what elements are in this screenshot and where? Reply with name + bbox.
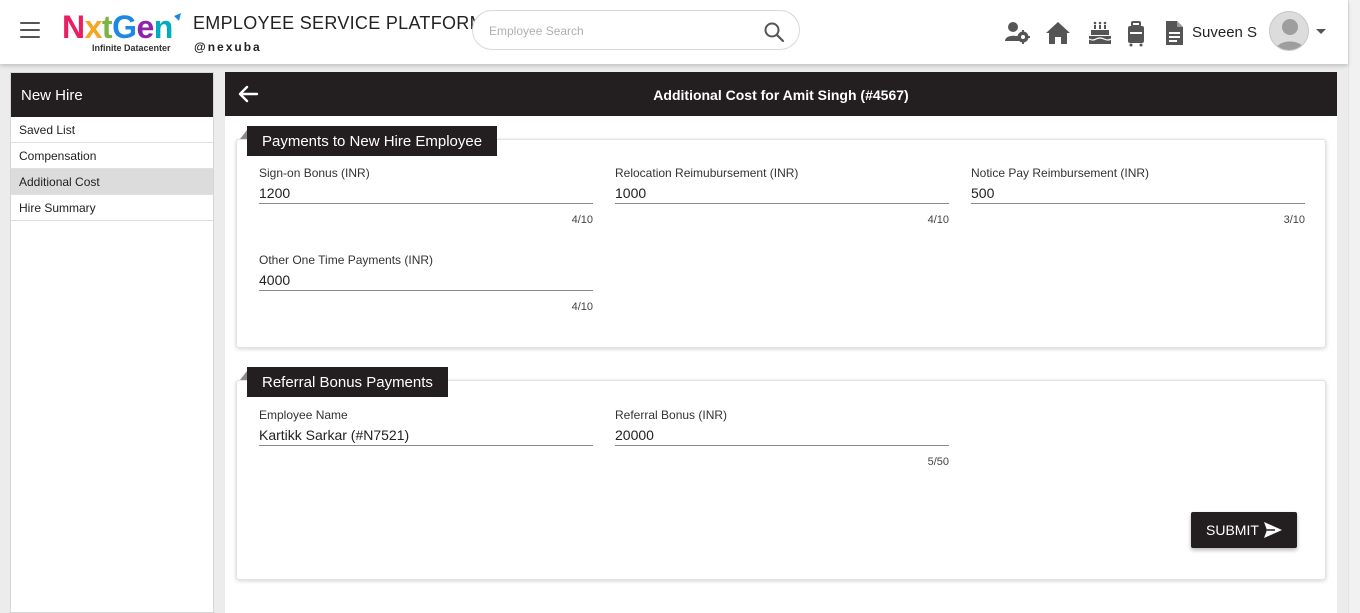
document-icon[interactable] xyxy=(1160,19,1188,47)
nxtgen-logo: NxtGen Infinite Datacenter xyxy=(62,10,186,56)
home-icon[interactable] xyxy=(1044,19,1072,47)
sidebar-item-saved-list[interactable]: Saved List xyxy=(11,117,213,143)
app-title: EMPLOYEE SERVICE PLATFORM xyxy=(193,13,485,33)
char-counter: 4/10 xyxy=(927,214,949,226)
field-label: Notice Pay Reimbursement (INR) xyxy=(971,166,1150,180)
notice-pay-reimbursement-input[interactable] xyxy=(971,182,1305,204)
main-header: Additional Cost for Amit Singh (#4567) xyxy=(225,72,1337,116)
main-panel: Additional Cost for Amit Singh (#4567) P… xyxy=(225,72,1337,613)
relocation-reimbursement-input[interactable] xyxy=(615,182,949,204)
page-scrollbar[interactable] xyxy=(1348,0,1360,613)
page-title: Additional Cost for Amit Singh (#4567) xyxy=(653,87,909,103)
sidebar-item-hire-summary[interactable]: Hire Summary xyxy=(11,195,213,221)
sign-on-bonus-field: Sign-on Bonus (INR) 4/10 xyxy=(259,166,593,226)
notice-pay-reimbursement-field: Notice Pay Reimbursement (INR) 3/10 xyxy=(971,166,1305,226)
section-title-payments: Payments to New Hire Employee xyxy=(247,126,498,156)
field-label: Employee Name xyxy=(259,408,348,422)
sidebar: New Hire Saved List Compensation Additio… xyxy=(10,72,214,613)
char-counter: 4/10 xyxy=(571,301,593,313)
hamburger-menu-icon[interactable] xyxy=(20,22,40,40)
field-label: Referral Bonus (INR) xyxy=(615,408,728,422)
employee-search-input[interactable] xyxy=(489,21,759,41)
luggage-icon[interactable] xyxy=(1122,19,1150,47)
section-tab-fold xyxy=(240,371,247,380)
payments-card: Sign-on Bonus (INR) 4/10 Relocation Reim… xyxy=(236,139,1326,348)
referral-bonus-card: Employee Name Referral Bonus (INR) 5/50 xyxy=(236,380,1326,580)
char-counter: 5/50 xyxy=(927,456,949,468)
user-name: Suveen S xyxy=(1192,24,1258,41)
section-title-referral: Referral Bonus Payments xyxy=(247,367,448,397)
logo-tagline: Infinite Datacenter xyxy=(92,43,171,53)
sign-on-bonus-input[interactable] xyxy=(259,182,593,204)
employee-search-box xyxy=(472,10,800,50)
chevron-down-icon[interactable] xyxy=(1315,28,1327,36)
submit-button[interactable]: SUBMIT xyxy=(1191,512,1297,548)
logo-mark-icon xyxy=(174,13,181,21)
team-settings-icon[interactable] xyxy=(1003,19,1031,47)
birthday-cake-icon[interactable] xyxy=(1086,19,1114,47)
employee-name-input[interactable] xyxy=(259,424,593,446)
user-silhouette-icon xyxy=(1275,19,1305,50)
char-counter: 3/10 xyxy=(1283,214,1305,226)
other-one-time-payments-input[interactable] xyxy=(259,269,593,291)
user-avatar[interactable] xyxy=(1269,11,1309,51)
relocation-reimbursement-field: Relocation Reimubursement (INR) 4/10 xyxy=(615,166,949,226)
search-icon[interactable] xyxy=(763,21,785,43)
sidebar-item-additional-cost[interactable]: Additional Cost xyxy=(11,169,213,195)
referral-bonus-field: Referral Bonus (INR) 5/50 xyxy=(615,408,949,468)
field-label: Sign-on Bonus (INR) xyxy=(259,166,370,180)
logo-wordmark: NxtGen xyxy=(62,9,173,45)
sidebar-item-compensation[interactable]: Compensation xyxy=(11,143,213,169)
referral-bonus-input[interactable] xyxy=(615,424,949,446)
field-label: Relocation Reimubursement (INR) xyxy=(615,166,799,180)
submit-label: SUBMIT xyxy=(1206,522,1259,538)
send-icon xyxy=(1264,522,1282,538)
sidebar-title: New Hire xyxy=(11,73,213,117)
employee-name-field: Employee Name xyxy=(259,408,593,456)
app-handle: @nexuba xyxy=(194,40,262,54)
other-one-time-payments-field: Other One Time Payments (INR) 4/10 xyxy=(259,253,593,313)
top-header: NxtGen Infinite Datacenter EMPLOYEE SERV… xyxy=(0,0,1348,64)
char-counter: 4/10 xyxy=(571,214,593,226)
section-tab-fold xyxy=(240,130,247,139)
field-label: Other One Time Payments (INR) xyxy=(259,253,434,267)
